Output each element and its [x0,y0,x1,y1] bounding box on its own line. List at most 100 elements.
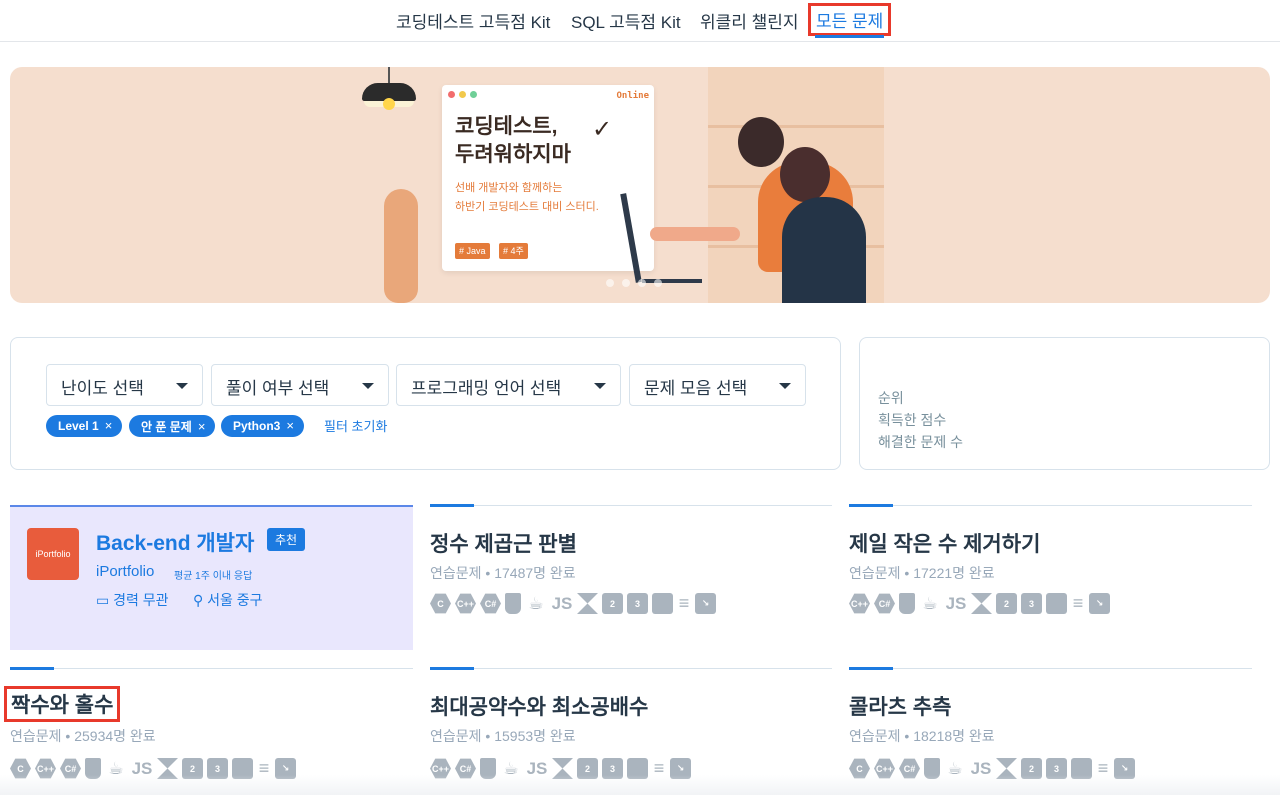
chevron-down-icon [362,383,374,389]
reset-filters-link[interactable]: 필터 초기화 [324,416,387,435]
recommended-badge: 추천 [267,528,306,551]
python2-icon: 2 [602,593,623,614]
problem-category: 연습문제 [430,565,482,581]
nav-all-problems[interactable]: 모든 문제 [808,3,892,38]
separator-dot: • [904,728,914,744]
cpp-icon: C++ [849,593,870,614]
card-accent [430,667,474,670]
carousel-dot[interactable] [654,279,662,287]
scala-icon: ≡ [1072,593,1084,613]
problem-completed-count: 25934명 완료 [74,728,156,744]
problem-title[interactable]: 짝수와 홀수 [4,686,121,722]
response-time: 평균 1주 이내 응답 [174,571,253,582]
location-pin-icon: ⚲ [193,592,204,608]
c-icon: C [430,593,451,614]
person-illustration [738,117,784,167]
kotlin-icon [577,593,598,614]
filter-chip-level[interactable]: Level 1 × [46,415,123,437]
problem-category: 연습문제 [849,728,901,744]
job-title[interactable]: Back-end 개발자 [96,527,254,557]
scroll-fade [0,775,1280,795]
problem-title[interactable]: 제일 작은 수 제거하기 [849,528,1040,558]
problem-card[interactable]: 짝수와 홀수 연습문제 • 25934명 완료 C C++ C# ☕ JS 2 3 ≡ ↘ [4,667,413,788]
cpp-icon: C++ [455,593,476,614]
problem-meta: 연습문제 • 17221명 완료 [849,563,995,583]
promo-banner[interactable]: Online 코딩테스트, 두려워하지마 ✓ 선배 개발자와 함께하는 하반기 … [10,67,1270,303]
nav-coding-test-kit[interactable]: 코딩테스트 고득점 Kit [396,8,550,33]
check-icon: ✓ [592,116,613,143]
carousel-dot[interactable] [606,279,614,287]
score-label: 획득한 점수 [878,412,947,428]
language-select[interactable]: 프로그래밍 언어 선택 [396,364,621,406]
chevron-down-icon [779,383,791,389]
banner-online-label: Online [616,91,649,101]
language-icons: C C++ C# ☕ JS 2 3 ≡ ↘ [430,593,716,614]
csharp-icon: C# [480,593,501,614]
banner-tag: # Java [455,243,490,259]
problem-card[interactable]: 콜라츠 추측 연습문제 • 18218명 완료 C C++ C# ☕ JS 2 3 ≡ ↘ [849,667,1252,788]
vase-illustration [384,189,418,303]
language-icons: C++ C# ☕ JS 2 3 ≡ ↘ [849,593,1110,614]
javascript-icon: JS [551,593,573,613]
problem-title[interactable]: 최대공약수와 최소공배수 [430,691,648,721]
filter-chip-python3[interactable]: Python3 × [221,415,304,437]
lamp-illustration [362,67,416,110]
company-logo: iPortfolio [27,528,79,580]
person-illustration [782,197,866,303]
carousel-dot[interactable] [638,279,646,287]
problem-completed-count: 17487명 완료 [494,565,576,581]
card-accent [430,504,474,507]
java-icon: ☕ [922,593,938,613]
banner-study-card: Online 코딩테스트, 두려워하지마 ✓ 선배 개발자와 함께하는 하반기 … [442,85,654,271]
python2-icon: 2 [996,593,1017,614]
problem-completed-count: 15953명 완료 [494,728,576,744]
solved-count-label: 해결한 문제 수 [878,434,964,450]
problem-category: 연습문제 [430,728,482,744]
card-accent [849,667,893,670]
filter-chip-label: Python3 [233,419,281,433]
javascript-icon: JS [945,593,967,613]
problem-card[interactable]: 최대공약수와 최소공배수 연습문제 • 15953명 완료 C++ C# ☕ JS 2 3… [430,667,832,788]
solved-status-select-label: 풀이 여부 선택 [226,379,330,398]
top-navigation: 코딩테스트 고득점 Kit SQL 고득점 Kit 위클리 챌린지 모든 문제 [0,0,1280,42]
person-illustration [780,147,830,202]
go-icon [899,593,915,614]
rank-label: 순위 [878,390,904,406]
experience-info: ▭ 경력 무관 [96,590,169,610]
arm-illustration [650,227,740,241]
card-accent [849,504,893,507]
company-name: iPortfolio [96,563,155,580]
close-icon[interactable]: × [198,419,206,434]
location-info: ⚲ 서울 중구 [193,590,263,610]
problem-title[interactable]: 콜라츠 추측 [849,691,951,721]
csharp-icon: C# [874,593,895,614]
collection-select[interactable]: 문제 모음 선택 [629,364,806,406]
go-icon [505,593,521,614]
close-icon[interactable]: × [286,418,294,433]
difficulty-select[interactable]: 난이도 선택 [46,364,203,406]
problem-card[interactable]: 정수 제곱근 판별 연습문제 • 17487명 완료 C C++ C# ☕ JS 2 3 ≡ ↘ [430,504,832,645]
collection-select-label: 문제 모음 선택 [644,379,748,398]
laptop-icon: ▭ [96,592,110,608]
active-tab-indicator [815,35,885,38]
python3-icon: 3 [627,593,648,614]
experience-label: 경력 무관 [113,592,169,608]
chevron-down-icon [594,383,606,389]
solved-status-select[interactable]: 풀이 여부 선택 [211,364,389,406]
carousel-dot[interactable] [622,279,630,287]
problem-card[interactable]: 제일 작은 수 제거하기 연습문제 • 17221명 완료 C++ C# ☕ JS 2 3… [849,504,1252,645]
close-icon[interactable]: × [105,418,113,433]
problem-title[interactable]: 정수 제곱근 판별 [430,528,577,558]
nav-weekly-challenge[interactable]: 위클리 챌린지 [700,8,799,33]
job-recommendation-card[interactable]: iPortfolio Back-end 개발자 추천 iPortfolio 평균… [10,505,413,650]
separator-dot: • [65,728,75,744]
java-icon: ☕ [528,593,544,613]
problem-meta: 연습문제 • 25934명 완료 [10,726,156,746]
nav-all-problems-label: 모든 문제 [816,12,884,31]
banner-tag: # 4주 [499,243,528,259]
problem-completed-count: 17221명 완료 [913,565,995,581]
chevron-down-icon [176,383,188,389]
filter-chip-unsolved[interactable]: 안 푼 문제 × [129,415,216,437]
problem-meta: 연습문제 • 17487명 완료 [430,563,576,583]
nav-sql-kit[interactable]: SQL 고득점 Kit [571,8,681,33]
